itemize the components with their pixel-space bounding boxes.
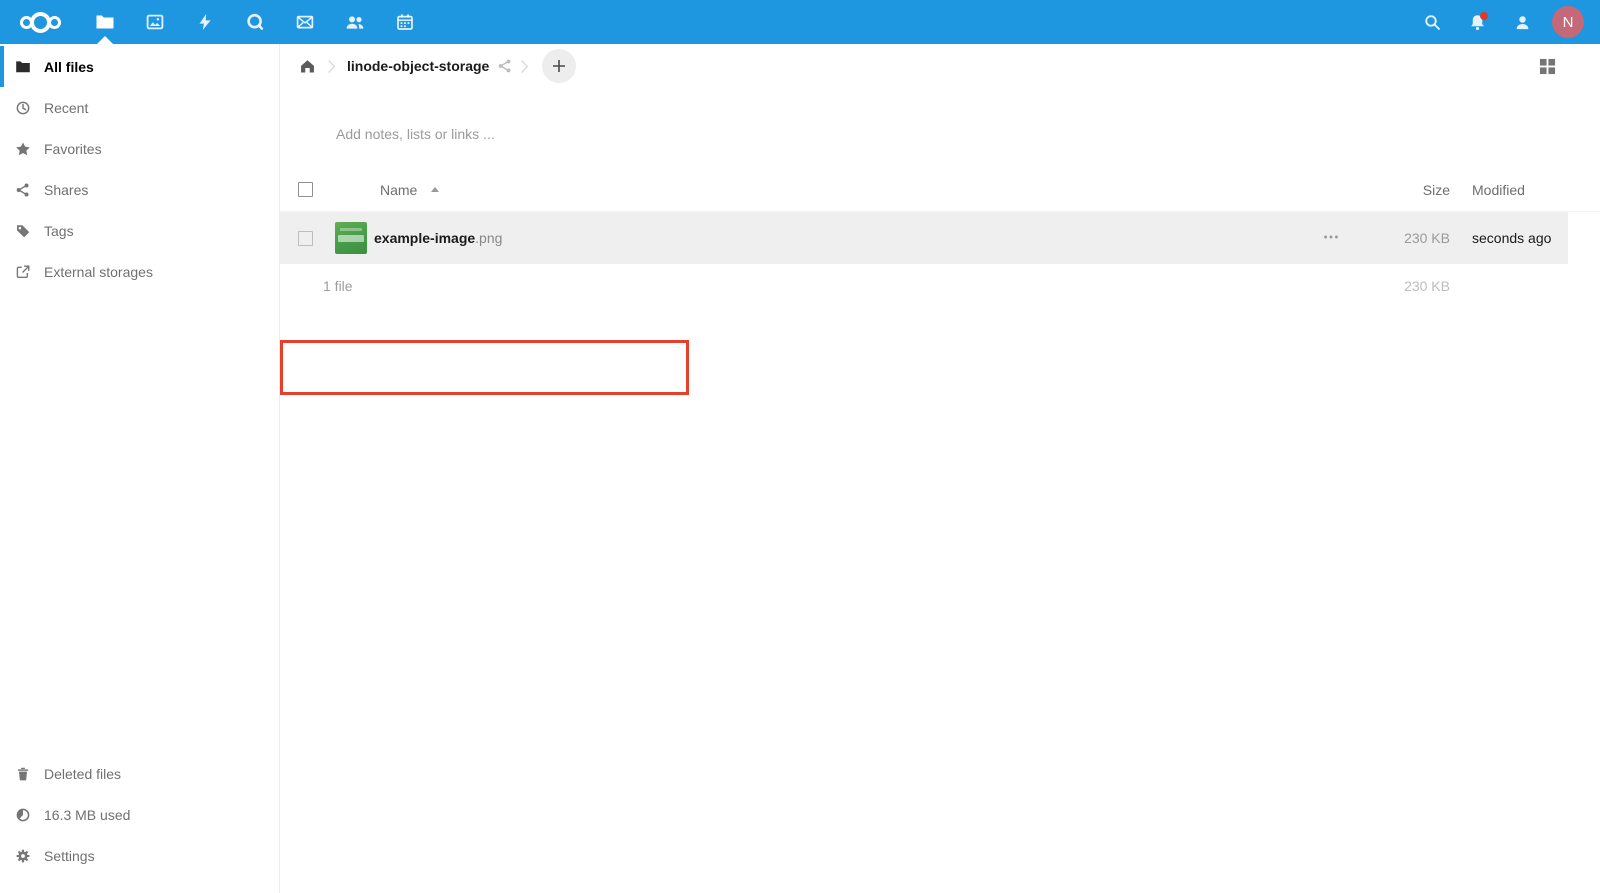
- clock-icon: [15, 100, 31, 116]
- app-mail-button[interactable]: [280, 0, 330, 44]
- app-files-button[interactable]: [80, 0, 130, 44]
- calendar-icon: [395, 12, 415, 32]
- breadcrumb-share-button[interactable]: [497, 58, 513, 74]
- search-button[interactable]: [1417, 0, 1447, 44]
- sidebar-item-favorites[interactable]: Favorites: [0, 128, 279, 169]
- chevron-right-icon: [519, 59, 530, 74]
- summary-total-size: 230 KB: [1350, 278, 1450, 294]
- topbar: N: [0, 0, 1600, 44]
- breadcrumb: linode-object-storage: [280, 44, 1600, 88]
- file-modified: seconds ago: [1450, 230, 1600, 246]
- file-name-base: example-image: [374, 230, 475, 246]
- sidebar-item-settings[interactable]: Settings: [0, 835, 279, 876]
- name-column-header: Name: [380, 182, 417, 198]
- file-name-extension: .png: [475, 230, 502, 246]
- app-activity-button[interactable]: [180, 0, 230, 44]
- breadcrumb-current-folder[interactable]: linode-object-storage: [347, 58, 489, 74]
- tag-icon: [15, 223, 31, 239]
- sidebar-item-tags[interactable]: Tags: [0, 210, 279, 251]
- sidebar-footer: Deleted files 16.3 MB used: [0, 753, 279, 893]
- sidebar-item-label: Favorites: [44, 141, 102, 157]
- annotation-highlight-box: [280, 340, 689, 395]
- sidebar-item-label: Shares: [44, 182, 88, 198]
- sidebar-item-label: Settings: [44, 848, 95, 864]
- grid-icon: [1539, 58, 1556, 75]
- sort-by-name-button[interactable]: Name: [335, 182, 439, 198]
- search-icon: [1423, 13, 1442, 32]
- file-list-header: Name Size Modified: [280, 168, 1600, 212]
- sidebar-item-deleted-files[interactable]: Deleted files: [0, 753, 279, 794]
- sidebar-item-external-storages[interactable]: External storages: [0, 251, 279, 292]
- person-icon: [1513, 13, 1532, 32]
- star-icon: [15, 141, 31, 157]
- user-avatar[interactable]: N: [1552, 6, 1584, 38]
- logo-circle-middle: [30, 12, 51, 33]
- mail-icon: [295, 12, 315, 32]
- share-icon: [15, 182, 31, 198]
- gear-icon: [15, 848, 31, 864]
- share-icon: [497, 58, 513, 74]
- select-all-checkbox[interactable]: [298, 182, 313, 197]
- notification-dot: [1480, 12, 1488, 20]
- app-contacts-button[interactable]: [330, 0, 380, 44]
- sidebar-item-shares[interactable]: Shares: [0, 169, 279, 210]
- sidebar-item-label: External storages: [44, 264, 153, 280]
- files-sidebar: All files Recent Favorites Shares: [0, 44, 280, 893]
- files-main-area: linode-object-storage Add notes, lists o…: [280, 44, 1600, 893]
- external-link-icon: [15, 264, 31, 280]
- photos-icon: [145, 12, 165, 32]
- sidebar-item-recent[interactable]: Recent: [0, 87, 279, 128]
- file-list-summary: 1 file 230 KB: [280, 264, 1600, 308]
- sidebar-item-quota[interactable]: 16.3 MB used: [0, 794, 279, 835]
- sidebar-item-label: Recent: [44, 100, 88, 116]
- workspace-notes-placeholder[interactable]: Add notes, lists or links ...: [336, 126, 495, 142]
- file-thumbnail: [335, 222, 367, 254]
- file-size: 230 KB: [1350, 230, 1450, 246]
- folder-icon: [15, 59, 31, 75]
- app-photos-button[interactable]: [130, 0, 180, 44]
- sidebar-item-all-files[interactable]: All files: [0, 46, 279, 87]
- sidebar-item-label: Tags: [44, 223, 74, 239]
- new-file-button[interactable]: [542, 49, 576, 83]
- users-icon: [345, 12, 365, 32]
- app-calendar-button[interactable]: [380, 0, 430, 44]
- topbar-app-menu: [0, 0, 430, 44]
- breadcrumb-home-button[interactable]: [293, 54, 322, 79]
- three-dots-icon: [1322, 228, 1340, 246]
- file-actions-menu-button[interactable]: [1322, 228, 1340, 249]
- size-column-header[interactable]: Size: [1350, 182, 1450, 198]
- file-list: Name Size Modified example-image.png: [280, 168, 1600, 308]
- app-talk-button[interactable]: [230, 0, 280, 44]
- file-name-cell[interactable]: example-image.png: [335, 222, 1290, 254]
- sidebar-item-label: Deleted files: [44, 766, 121, 782]
- trash-icon: [15, 766, 31, 782]
- nextcloud-logo[interactable]: [0, 0, 80, 44]
- active-app-pointer-icon: [97, 36, 113, 44]
- row-checkbox[interactable]: [298, 231, 313, 246]
- folder-icon: [95, 12, 115, 32]
- contacts-menu-button[interactable]: [1507, 0, 1537, 44]
- sidebar-item-label: All files: [44, 59, 94, 75]
- notifications-button[interactable]: [1462, 0, 1492, 44]
- chevron-right-icon: [326, 59, 337, 74]
- summary-file-count: 1 file: [280, 278, 1290, 294]
- grid-view-toggle[interactable]: [1539, 58, 1556, 75]
- talk-icon: [245, 12, 265, 32]
- plus-icon: [551, 58, 567, 74]
- lightning-icon: [195, 12, 215, 32]
- topbar-actions: N: [1417, 0, 1600, 44]
- home-icon: [299, 58, 316, 75]
- file-row[interactable]: example-image.png 230 KB seconds ago: [280, 212, 1600, 264]
- quota-pie-icon: [15, 807, 31, 823]
- avatar-initial: N: [1563, 14, 1574, 31]
- sidebar-item-label: 16.3 MB used: [44, 807, 130, 823]
- modified-column-header[interactable]: Modified: [1450, 182, 1600, 198]
- sort-ascending-icon: [431, 187, 439, 192]
